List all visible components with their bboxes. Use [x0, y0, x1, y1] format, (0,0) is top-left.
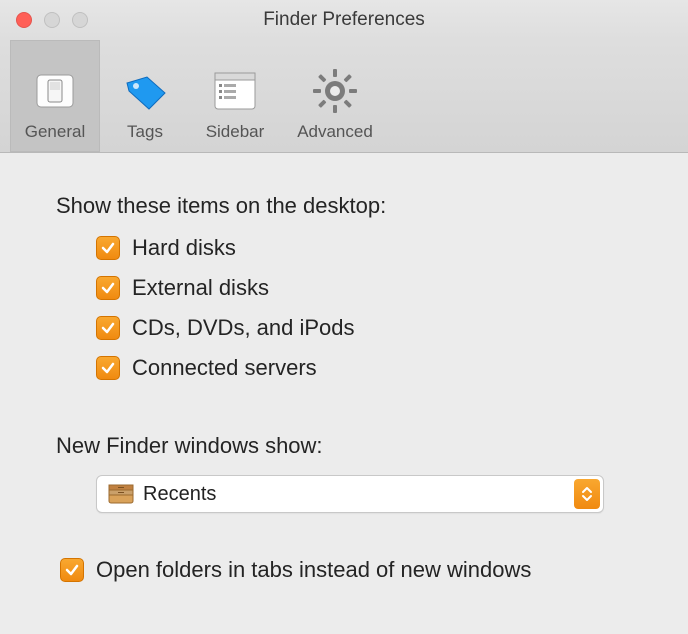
- new-windows-select[interactable]: Recents: [96, 475, 604, 513]
- drawer-icon: [107, 482, 135, 506]
- desktop-items-list: Hard disks External disks CDs, DVDs, and…: [56, 235, 632, 381]
- window-title: Finder Preferences: [0, 9, 688, 31]
- tab-tags[interactable]: Tags: [100, 40, 190, 152]
- gear-icon: [311, 66, 359, 116]
- tag-icon: [121, 66, 169, 116]
- tab-general-label: General: [25, 122, 85, 142]
- checkbox-hard-disks[interactable]: [96, 236, 120, 260]
- minimize-button[interactable]: [44, 12, 60, 28]
- tab-tags-label: Tags: [127, 122, 163, 142]
- switch-icon: [31, 66, 79, 116]
- checkbox-row-hard-disks[interactable]: Hard disks: [96, 235, 632, 261]
- tab-advanced[interactable]: Advanced: [280, 40, 390, 152]
- checkbox-row-external-disks[interactable]: External disks: [96, 275, 632, 301]
- general-pane: Show these items on the desktop: Hard di…: [0, 153, 688, 583]
- checkbox-row-open-in-tabs[interactable]: Open folders in tabs instead of new wind…: [56, 557, 632, 583]
- select-stepper-icon: [574, 479, 600, 509]
- window-controls: [0, 12, 88, 28]
- checkbox-row-cds-dvds[interactable]: CDs, DVDs, and iPods: [96, 315, 632, 341]
- checkbox-connected-servers[interactable]: [96, 356, 120, 380]
- checkbox-label: CDs, DVDs, and iPods: [132, 315, 355, 341]
- close-button[interactable]: [16, 12, 32, 28]
- checkbox-label: External disks: [132, 275, 269, 301]
- checkbox-cds-dvds[interactable]: [96, 316, 120, 340]
- tab-general[interactable]: General: [10, 40, 100, 152]
- desktop-items-heading: Show these items on the desktop:: [56, 193, 632, 219]
- checkbox-label: Hard disks: [132, 235, 236, 261]
- tab-sidebar-label: Sidebar: [206, 122, 265, 142]
- checkbox-row-connected-servers[interactable]: Connected servers: [96, 355, 632, 381]
- zoom-button[interactable]: [72, 12, 88, 28]
- sidebar-icon: [211, 66, 259, 116]
- new-windows-selected: Recents: [143, 483, 216, 506]
- checkbox-label: Connected servers: [132, 355, 317, 381]
- tab-sidebar[interactable]: Sidebar: [190, 40, 280, 152]
- checkbox-open-in-tabs[interactable]: [60, 558, 84, 582]
- checkbox-external-disks[interactable]: [96, 276, 120, 300]
- titlebar: Finder Preferences: [0, 0, 688, 40]
- new-windows-heading: New Finder windows show:: [56, 433, 632, 459]
- checkbox-label: Open folders in tabs instead of new wind…: [96, 557, 531, 583]
- tab-advanced-label: Advanced: [297, 122, 373, 142]
- preferences-tabs: General Tags Sidebar: [0, 40, 688, 153]
